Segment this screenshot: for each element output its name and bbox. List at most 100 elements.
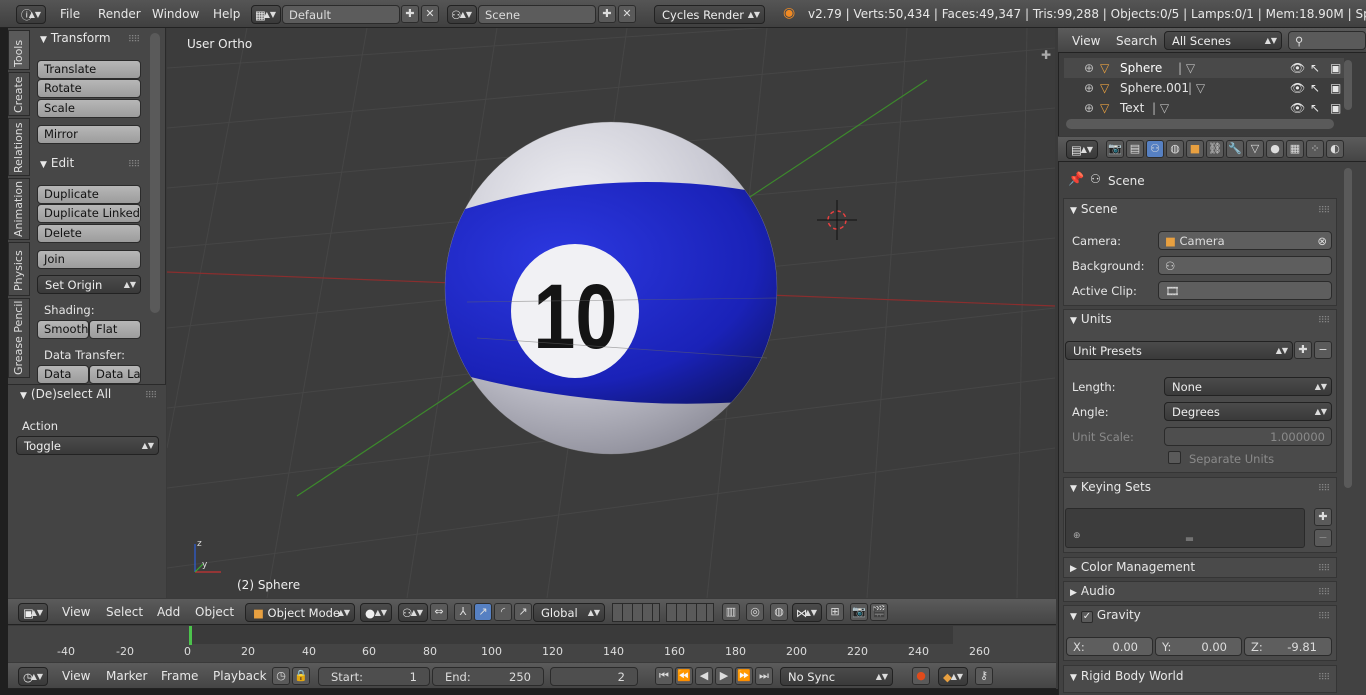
remove-keying-set-icon[interactable]: − [1314,529,1332,547]
viewport-shading-select[interactable]: ● ▲▼ [360,603,392,622]
transform-panel-header[interactable]: ▼ Transform [40,31,111,45]
visibility-eye-icon[interactable]: 👁 [1290,98,1305,118]
background-field[interactable]: ⚇ [1158,256,1332,275]
properties-vscrollbar[interactable] [1344,168,1352,488]
menu-marker[interactable]: Marker [106,669,147,683]
texture-tab-icon[interactable]: ▦ [1286,140,1304,158]
tab-tools[interactable]: Tools [8,30,30,70]
outliner-vscrollbar[interactable] [1344,60,1352,110]
scene-tab-icon[interactable]: ⚇ [1146,140,1164,158]
units-panel-header[interactable]: ▼ Units [1070,312,1112,326]
outliner-row-sphere[interactable]: ⊕ ▽ Sphere | ▽ 👁 ↖ ▣ [1064,58,1344,78]
outliner-row-text[interactable]: ⊕ ▽ Text | ▽ 👁 ↖ ▣ [1064,98,1344,118]
expand-icon[interactable]: ⊕ [1084,98,1094,118]
3d-viewport[interactable]: 10 User Ortho ✚ z y (2) Sphere [167,28,1055,598]
outliner-display-select[interactable]: All Scenes ▲▼ [1164,31,1282,50]
menu-render[interactable]: Render [98,7,141,21]
render-camera-icon[interactable]: ▣ [1330,78,1341,98]
audio-header[interactable]: ▶ Audio [1070,584,1115,598]
list-grip-icon[interactable]: ═ [1186,532,1193,546]
deselect-all-header[interactable]: ▼ (De)select All [20,387,111,401]
data-tab-icon[interactable]: ▽ [1246,140,1264,158]
tab-grease-pencil[interactable]: Grease Pencil [8,298,30,378]
select-cursor-icon[interactable]: ↖ [1310,98,1320,118]
remove-preset-icon[interactable]: − [1314,341,1332,359]
translate-button[interactable]: Translate [37,60,141,79]
editor-type-timeline-select[interactable]: ◷ ▲▼ [18,667,48,686]
render-camera-icon[interactable]: ▣ [1330,58,1341,78]
keying-select[interactable]: ◆ ▲▼ [938,667,968,686]
editor-type-info-button[interactable]: ⓘ ▲▼ [16,5,46,24]
scale-manipulator-icon[interactable]: ◜ [494,603,512,621]
layers-grid-2[interactable] [666,603,714,622]
jump-end-icon[interactable]: ⏭ [755,667,773,685]
jump-keyframe-forward-icon[interactable]: ⏩ [735,667,753,685]
jump-keyframe-back-icon[interactable]: ⏪ [675,667,693,685]
pin-icon[interactable]: 📌 [1068,172,1084,187]
render-layers-tab-icon[interactable]: ▤ [1126,140,1144,158]
color-management-header[interactable]: ▶ Color Management [1070,560,1195,574]
menu-window[interactable]: Window [152,7,199,21]
render-preview-icon[interactable]: ◎ [746,603,764,621]
transform-orientation-select[interactable]: Global ▲▼ [533,603,605,622]
clear-camera-icon[interactable]: ⊗ [1317,232,1327,250]
outliner-search-input[interactable]: ⚲ [1288,31,1366,50]
select-cursor-icon[interactable]: ↖ [1310,58,1320,78]
keying-set-icon[interactable]: ⚷ [975,667,993,685]
render-engine-select[interactable]: Cycles Render ▲▼ [654,5,765,24]
rotate-button[interactable]: Rotate [37,79,141,98]
play-reverse-icon[interactable]: ◀ [695,667,713,685]
data-transfer-button[interactable]: Data [37,365,89,384]
remove-layout-icon[interactable]: ✕ [421,5,439,23]
scale-button[interactable]: Scale [37,99,141,118]
expand-icon[interactable]: ⊕ [1084,78,1094,98]
layers-grid-1[interactable] [612,603,660,622]
editor-type-3d-select[interactable]: ▣ ▲▼ [18,603,48,622]
sync-mode-select[interactable]: No Sync ▲▼ [780,667,893,686]
keying-sets-header[interactable]: ▼ Keying Sets [1070,480,1151,494]
menu-view-timeline[interactable]: View [62,669,90,683]
mirror-button[interactable]: Mirror [37,125,141,144]
angle-select[interactable]: Degrees ▲▼ [1164,402,1332,421]
timeline-playhead[interactable] [189,626,192,645]
separate-units-checkbox[interactable] [1168,451,1181,464]
gravity-x-field[interactable]: X: 0.00 [1066,637,1153,656]
screen-layout-field[interactable]: Default [282,5,400,24]
opengl-animation-icon[interactable]: 🎬 [870,603,888,621]
preview-range-icon[interactable]: ◷ [272,667,290,685]
current-frame-field[interactable]: 2 [550,667,638,686]
active-clip-field[interactable]: 🎞 [1158,281,1332,300]
duplicate-button[interactable]: Duplicate [37,185,141,204]
scene-name-field[interactable]: Scene [478,5,596,24]
remove-scene-icon[interactable]: ✕ [618,5,636,23]
screen-layout-icon-select[interactable]: ▦ ▲▼ [251,5,281,24]
select-cursor-icon[interactable]: ↖ [1310,78,1320,98]
menu-view-3d[interactable]: View [62,605,90,619]
camera-field[interactable]: ■ Camera ⊗ [1158,231,1332,250]
play-icon[interactable]: ▶ [715,667,733,685]
edit-panel-header[interactable]: ▼ Edit [40,156,74,170]
outliner-item-name[interactable]: Sphere [1120,58,1162,78]
outliner-menu-view[interactable]: View [1072,34,1100,48]
particles-tab-icon[interactable]: ⁘ [1306,140,1324,158]
outliner-hscrollbar[interactable] [1066,119,1334,129]
list-filter-icon[interactable]: ⊕ [1073,531,1081,541]
action-select[interactable]: Toggle ▲▼ [16,436,159,455]
delete-button[interactable]: Delete [37,224,141,243]
rigid-body-header[interactable]: ▼ Rigid Body World [1070,669,1183,683]
scene-icon-select[interactable]: ⚇ ▲▼ [447,5,477,24]
object-tab-icon[interactable]: ■ [1186,140,1204,158]
object-mode-select[interactable]: ■ Object Mode ▲▼ [245,603,355,622]
tool-shelf-scrollbar[interactable] [150,33,160,313]
visibility-eye-icon[interactable]: 👁 [1290,78,1305,98]
lock-layers-icon[interactable]: ▥ [722,603,740,621]
opengl-render-icon[interactable]: 📷 [850,603,868,621]
smooth-button[interactable]: Smooth [37,320,89,339]
rotate-manipulator-icon[interactable]: ↗ [474,603,492,621]
end-frame-field[interactable]: End: 250 [432,667,544,686]
outliner-row-sphere-001[interactable]: ⊕ ▽ Sphere.001 | ▽ 👁 ↖ ▣ [1064,78,1344,98]
visibility-eye-icon[interactable]: 👁 [1290,58,1305,78]
menu-object[interactable]: Object [195,605,234,619]
material-tab-icon[interactable]: ● [1266,140,1284,158]
world-tab-icon[interactable]: ◍ [1166,140,1184,158]
